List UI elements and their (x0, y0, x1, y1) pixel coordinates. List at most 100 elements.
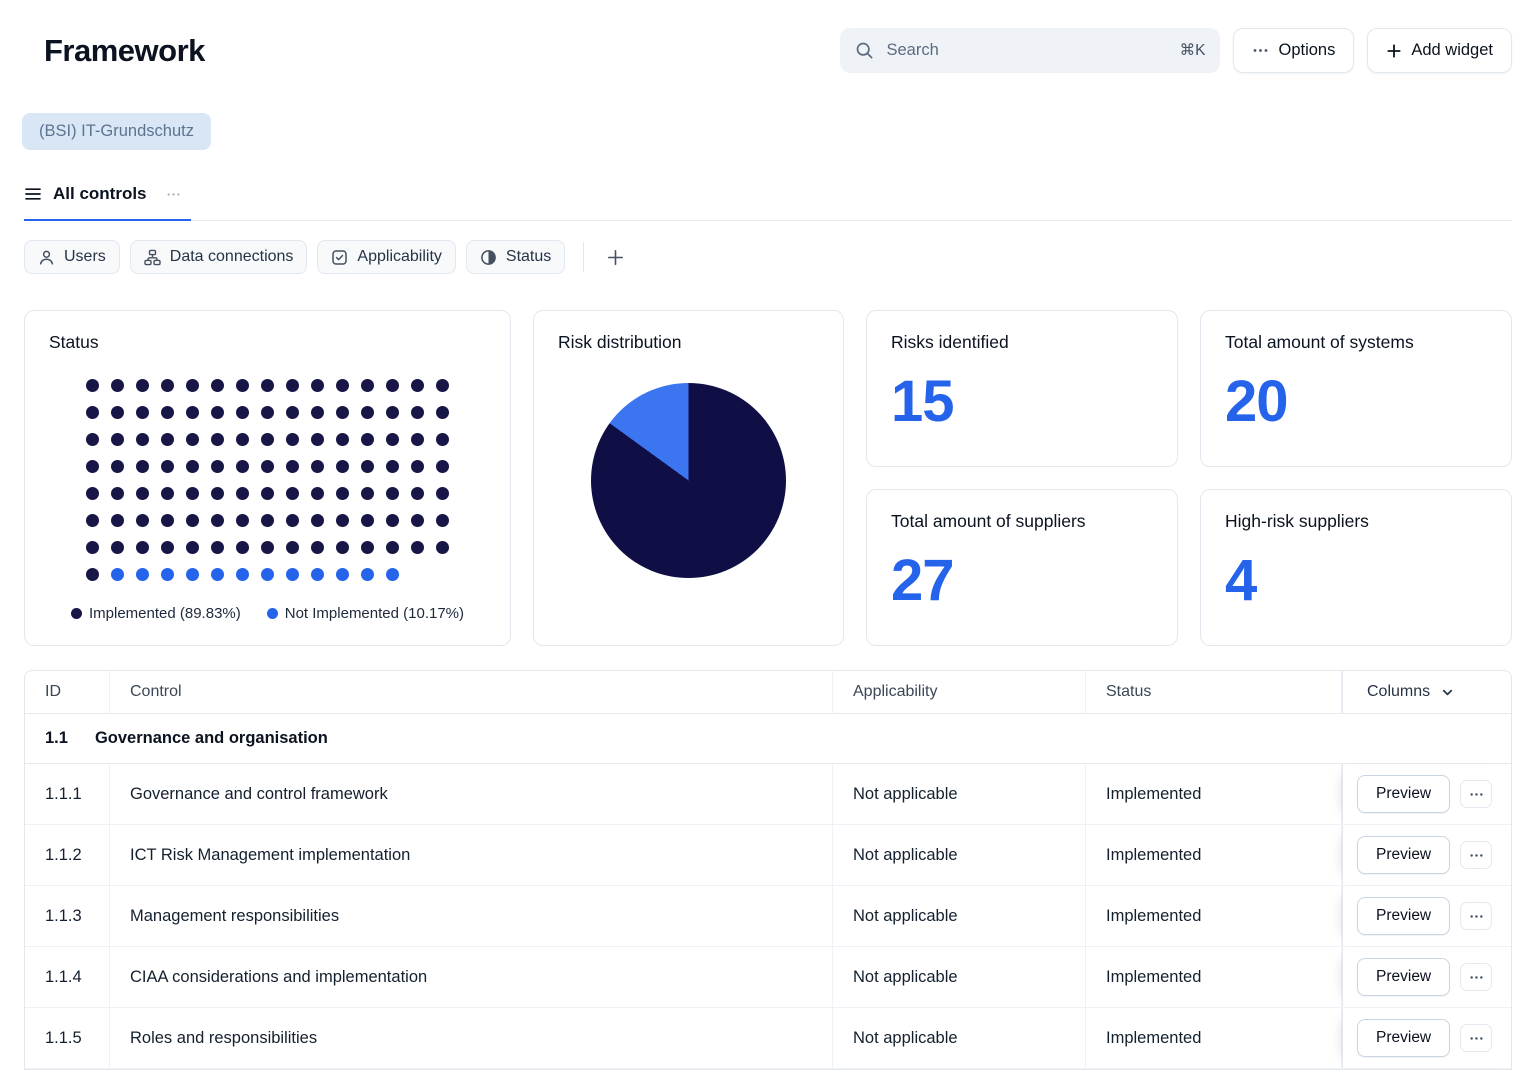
control-name: Management responsibilities (110, 886, 833, 946)
waffle-dot (86, 541, 99, 554)
waffle-dot (161, 514, 174, 527)
waffle-dot (186, 379, 199, 392)
preview-button[interactable]: Preview (1357, 1019, 1451, 1057)
waffle-dot (161, 541, 174, 554)
framework-chip[interactable]: (BSI) IT-Grundschutz (22, 113, 211, 150)
waffle-dot (186, 514, 199, 527)
filter-status[interactable]: Status (465, 240, 566, 274)
preview-button[interactable]: Preview (1357, 775, 1451, 813)
control-status: Implemented (1086, 947, 1342, 1007)
row-more-button[interactable] (1460, 1024, 1493, 1052)
user-icon (38, 249, 55, 266)
preview-button[interactable]: Preview (1357, 958, 1451, 996)
filter-data-connections[interactable]: Data connections (129, 240, 308, 274)
waffle-dot (411, 406, 424, 419)
control-applicability: Not applicable (833, 764, 1086, 824)
legend-label: Not Implemented (10.17%) (284, 605, 465, 622)
waffle-dot (86, 406, 99, 419)
stat-value: 15 (891, 369, 955, 434)
waffle-dot (436, 406, 449, 419)
waffle-dot (411, 379, 424, 392)
waffle-dot (386, 460, 399, 473)
column-header-control: Control (110, 671, 833, 713)
waffle-dot (311, 487, 324, 500)
columns-menu-button[interactable]: Columns (1342, 671, 1514, 713)
waffle-dot (411, 487, 424, 500)
high-risk-suppliers-widget: High-risk suppliers 4 (1200, 489, 1512, 646)
add-widget-button[interactable]: Add widget (1367, 28, 1512, 73)
filter-users[interactable]: Users (24, 240, 120, 274)
hierarchy-icon (144, 249, 161, 266)
tab-bar: All controls (24, 184, 1512, 221)
waffle-dot (386, 379, 399, 392)
waffle-dot (336, 541, 349, 554)
filter-bar: Users Data connections Applicability Sta… (24, 240, 1512, 274)
legend-swatch (266, 608, 278, 619)
plus-icon (606, 248, 625, 267)
waffle-dot (311, 379, 324, 392)
list-icon (24, 185, 42, 203)
waffle-dot (311, 460, 324, 473)
tab-label: All controls (53, 184, 147, 203)
table-body: 1.1.1 Governance and control framework N… (25, 764, 1511, 1069)
waffle-dot (361, 568, 374, 581)
waffle-dot (311, 541, 324, 554)
table-row: 1.1.5 Roles and responsibilities Not app… (25, 1008, 1511, 1069)
filter-divider (583, 242, 585, 272)
row-more-button[interactable] (1460, 902, 1493, 930)
waffle-dot (411, 541, 424, 554)
status-widget: Status Implemented (89.83%) Not Implemen… (24, 310, 511, 646)
waffle-dot (86, 460, 99, 473)
waffle-dot (236, 379, 249, 392)
waffle-dot (161, 406, 174, 419)
legend-item: Implemented (89.83%) (71, 605, 241, 622)
tab-more-icon[interactable] (166, 187, 181, 202)
control-name: Governance and control framework (110, 764, 833, 824)
waffle-dot (111, 487, 124, 500)
options-button[interactable]: Options (1233, 28, 1355, 73)
row-more-button[interactable] (1460, 963, 1493, 991)
waffle-dot (386, 487, 399, 500)
waffle-dot (436, 460, 449, 473)
preview-button[interactable]: Preview (1357, 897, 1451, 935)
waffle-dot (211, 514, 224, 527)
filter-applicability[interactable]: Applicability (317, 240, 456, 274)
waffle-dot (336, 379, 349, 392)
columns-menu-label: Columns (1367, 683, 1431, 700)
waffle-dot (236, 460, 249, 473)
waffle-dot (311, 514, 324, 527)
control-id: 1.1.5 (25, 1008, 110, 1068)
tab-all-controls[interactable]: All controls (24, 184, 191, 221)
search-box[interactable]: ⌘K (840, 28, 1221, 73)
row-actions: Preview (1342, 1008, 1513, 1068)
control-name: ICT Risk Management implementation (110, 825, 833, 885)
waffle-dot (436, 541, 449, 554)
waffle-dot (286, 460, 299, 473)
widget-title: Total amount of systems (1225, 332, 1414, 352)
table-header: ID Control Applicability Status Columns (25, 671, 1511, 714)
waffle-dot (211, 568, 224, 581)
preview-button[interactable]: Preview (1357, 836, 1451, 874)
waffle-dot (211, 433, 224, 446)
waffle-dot (361, 433, 374, 446)
row-more-button[interactable] (1460, 780, 1493, 808)
waffle-dot (411, 460, 424, 473)
control-applicability: Not applicable (833, 825, 1086, 885)
legend-item: Not Implemented (10.17%) (266, 605, 465, 622)
search-shortcut: ⌘K (1179, 42, 1206, 59)
widget-title: Status (49, 332, 99, 352)
waffle-dot (386, 433, 399, 446)
search-input[interactable] (884, 40, 1170, 61)
waffle-dot (286, 568, 299, 581)
waffle-dot (161, 433, 174, 446)
waffle-dot (136, 541, 149, 554)
controls-table: ID Control Applicability Status Columns … (24, 670, 1512, 1070)
waffle-dot (111, 541, 124, 554)
risks-identified-widget: Risks identified 15 (866, 310, 1178, 467)
widget-title: High-risk suppliers (1225, 511, 1369, 531)
waffle-dot (236, 514, 249, 527)
add-filter-button[interactable] (602, 244, 629, 271)
waffle-dot (436, 433, 449, 446)
control-id: 1.1.4 (25, 947, 110, 1007)
row-more-button[interactable] (1460, 841, 1493, 869)
